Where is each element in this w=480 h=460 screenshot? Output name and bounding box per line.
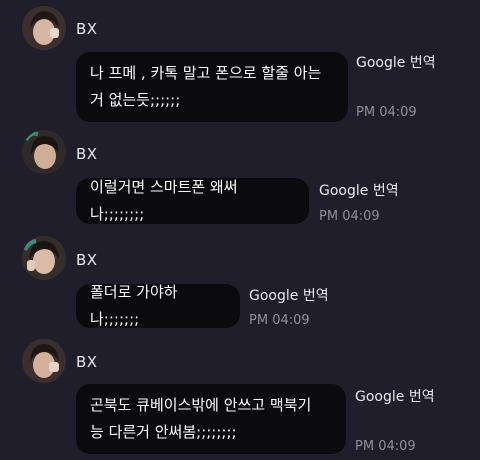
message-timestamp: PM 04:09 <box>319 209 380 224</box>
message-timestamp: PM 04:09 <box>356 105 417 120</box>
message-bubble[interactable]: 곤북도 큐베이스밖에 안쓰고 맥북기 능 다른거 안써봄;;;;;;;; <box>76 384 346 454</box>
avatar[interactable] <box>22 339 66 383</box>
google-translate-link[interactable]: Google 번역 <box>319 180 399 200</box>
avatar[interactable] <box>22 236 66 280</box>
sender-name: BX <box>76 353 98 371</box>
message-timestamp: PM 04:09 <box>249 313 310 328</box>
sender-name: BX <box>76 20 98 38</box>
message-bubble[interactable]: 이럴거면 스마트폰 왜써 나;;;;;;;; <box>76 178 309 224</box>
google-translate-link[interactable]: Google 번역 <box>355 386 435 406</box>
google-translate-link[interactable]: Google 번역 <box>249 285 329 305</box>
sender-name: BX <box>76 251 98 269</box>
message-bubble[interactable]: 나 프메 , 카톡 말고 폰으로 할줄 아는 거 없는듯;;;;;; <box>76 52 348 122</box>
message-bubble[interactable]: 폴더로 가야하나;;;;;;; <box>76 283 240 328</box>
avatar[interactable] <box>22 6 66 50</box>
sender-name: BX <box>76 145 98 163</box>
message-timestamp: PM 04:09 <box>355 439 416 454</box>
google-translate-link[interactable]: Google 번역 <box>356 52 436 72</box>
avatar[interactable] <box>22 130 66 174</box>
